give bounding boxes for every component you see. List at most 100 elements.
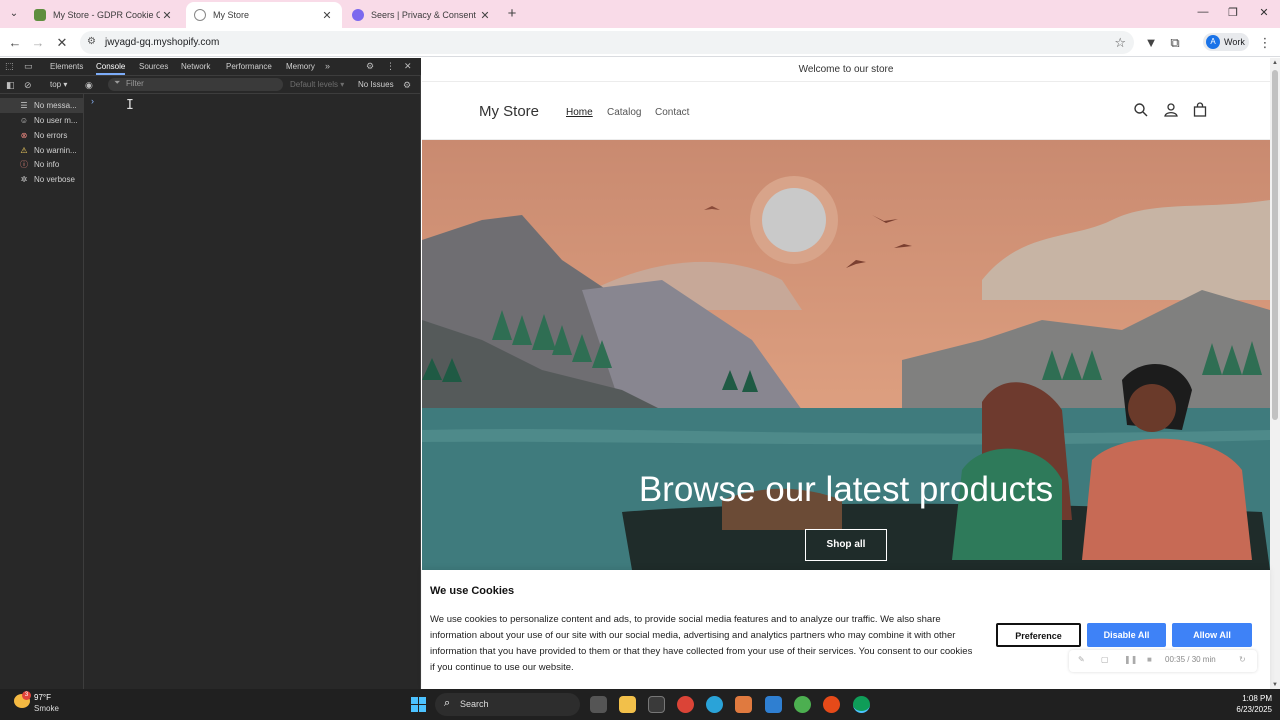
tab-memory[interactable]: Memory [286,62,315,71]
clear-console-icon[interactable]: ⊘ [24,80,32,91]
scroll-up-icon[interactable]: ▲ [1272,60,1278,66]
console-prompt-icon[interactable]: › [91,96,94,106]
tab-performance[interactable]: Performance [226,62,272,71]
sidebar-item-user-messages[interactable]: ☺ No user m... [0,113,84,128]
store-app-icon[interactable] [648,696,665,713]
log-levels-dropdown[interactable]: Default levels ▾ [290,80,344,89]
chrome-icon[interactable] [677,696,694,713]
app-icon[interactable] [735,696,752,713]
scroll-thumb[interactable] [1272,70,1278,420]
back-icon[interactable]: ← [6,34,24,52]
vscode-icon[interactable] [765,696,782,713]
recording-timer: 00:35 / 30 min [1165,655,1216,664]
console-settings-icon[interactable]: ⚙ [403,80,411,91]
address-bar[interactable]: ⚙ jwyagd-gq.myshopify.com ☆ [80,31,1134,54]
tab-seers[interactable]: Seers | Privacy & Consent Mana ✕ [344,2,500,28]
filter-icon: ⏷ [114,78,121,87]
shopify-icon [34,9,46,21]
comment-icon[interactable]: ▢ [1101,655,1109,664]
allow-all-button[interactable]: Allow All [1172,623,1252,647]
nav-contact[interactable]: Contact [655,107,689,118]
more-tabs-icon[interactable]: » [325,61,330,71]
edge-icon[interactable] [706,696,723,713]
nav-home[interactable]: Home [566,107,593,118]
store-header: My Store Home Catalog Contact [422,82,1270,140]
console-filter-input[interactable]: ⏷ Filter [108,78,283,91]
devtools-close-icon[interactable]: ✕ [404,61,412,72]
weather-badge: 3 [22,691,31,700]
issues-counter[interactable]: No Issues [358,80,394,89]
close-icon[interactable]: ✕ [160,9,174,22]
tab-gdpr[interactable]: My Store - GDPR Cookie Conse ✕ [26,2,182,28]
extension-filter-icon[interactable]: ▼ [1142,34,1160,52]
sidebar-item-verbose[interactable]: ✲ No verbose [0,172,84,187]
pen-icon[interactable]: ✎ [1078,655,1085,664]
warning-icon: ⚠ [20,146,28,155]
slack-icon[interactable] [823,696,840,713]
settings-gear-icon[interactable]: ⚙ [366,61,374,72]
tab-network[interactable]: Network [181,62,210,71]
forward-icon[interactable]: → [29,34,47,52]
bug-icon: ✲ [20,175,28,184]
context-selector[interactable]: top ▾ [50,80,67,89]
recording-toolbar: ✎ ▢ ❚❚ ■ 00:35 / 30 min ↻ [1069,650,1257,672]
weather-description[interactable]: Smoke [34,704,59,713]
window-close-icon[interactable]: ✕ [1257,6,1271,19]
avatar: A [1206,35,1220,49]
device-toggle-icon[interactable]: ▭ [24,61,33,72]
disable-all-button[interactable]: Disable All [1087,623,1166,647]
info-icon: ⓘ [20,160,28,169]
file-explorer-icon[interactable] [619,696,636,713]
shop-all-button[interactable]: Shop all [805,529,887,561]
taskbar-search[interactable]: ⌕ Search [435,693,580,716]
windows-start-icon[interactable] [411,697,426,712]
tab-search-icon[interactable]: ⌄ [6,6,22,22]
bookmark-star-icon[interactable]: ☆ [1114,35,1126,51]
cookie-banner: We use Cookies We use cookies to persona… [422,570,1270,689]
scroll-down-icon[interactable]: ▼ [1272,682,1278,688]
weather-temperature[interactable]: 97°F [34,693,51,702]
minimize-icon[interactable]: — [1196,6,1210,18]
cookie-text: We use cookies to personalize content an… [430,614,973,673]
close-icon[interactable]: ✕ [320,9,334,22]
text-cursor-icon: I [126,98,134,113]
tab-my-store[interactable]: My Store ✕ [186,2,342,28]
page-scrollbar[interactable]: ▲ ▼ [1270,58,1280,689]
preference-button[interactable]: Preference [996,623,1081,647]
pause-icon[interactable]: ❚❚ [1124,655,1137,664]
search-icon[interactable] [1133,102,1149,118]
tab-elements[interactable]: Elements [50,62,83,71]
extensions-icon[interactable]: ⧉ [1166,34,1184,52]
browser-menu-icon[interactable]: ⋮ [1256,34,1274,52]
sidebar-item-errors[interactable]: ⊗ No errors [0,128,84,143]
windows-taskbar: 3 97°F Smoke ⌕ Search 1:08 PM 6/23/2025 [0,689,1280,720]
task-view-icon[interactable] [590,696,607,713]
tab-console[interactable]: Console [96,62,126,75]
inspect-icon[interactable]: ⬚ [5,61,14,72]
live-expression-eye-icon[interactable]: ◉ [85,80,93,91]
sidebar-item-info[interactable]: ⓘ No info [0,157,84,172]
taskbar-clock[interactable]: 1:08 PM 6/23/2025 [1212,693,1272,715]
chrome-active-icon[interactable] [853,696,870,713]
store-logo[interactable]: My Store [479,103,539,120]
new-tab-icon[interactable]: + [504,5,520,22]
tab-sources[interactable]: Sources [139,62,168,71]
hero-title: Browse our latest products [638,470,1054,509]
close-icon[interactable]: ✕ [478,9,492,22]
site-info-icon[interactable]: ⚙ [87,36,99,48]
sidebar-item-warnings[interactable]: ⚠ No warnin... [0,143,84,158]
account-icon[interactable] [1163,102,1179,118]
sidebar-item-messages[interactable]: ☰ No messa... [0,98,84,113]
url-text[interactable]: jwyagd-gq.myshopify.com [105,37,219,48]
devtools-menu-icon[interactable]: ⋮ [386,61,395,72]
restart-icon[interactable]: ↻ [1239,655,1246,664]
nav-catalog[interactable]: Catalog [607,107,641,118]
cart-icon[interactable] [1192,102,1208,118]
chrome-profile-icon[interactable] [794,696,811,713]
stop-recording-icon[interactable]: ■ [1147,655,1152,664]
profile-button[interactable]: A Work [1203,33,1249,51]
sidebar-toggle-icon[interactable]: ◧ [6,80,15,91]
restore-icon[interactable]: ❐ [1226,6,1240,19]
stop-icon[interactable]: ✕ [53,34,71,52]
cookie-title: We use Cookies [430,585,515,597]
